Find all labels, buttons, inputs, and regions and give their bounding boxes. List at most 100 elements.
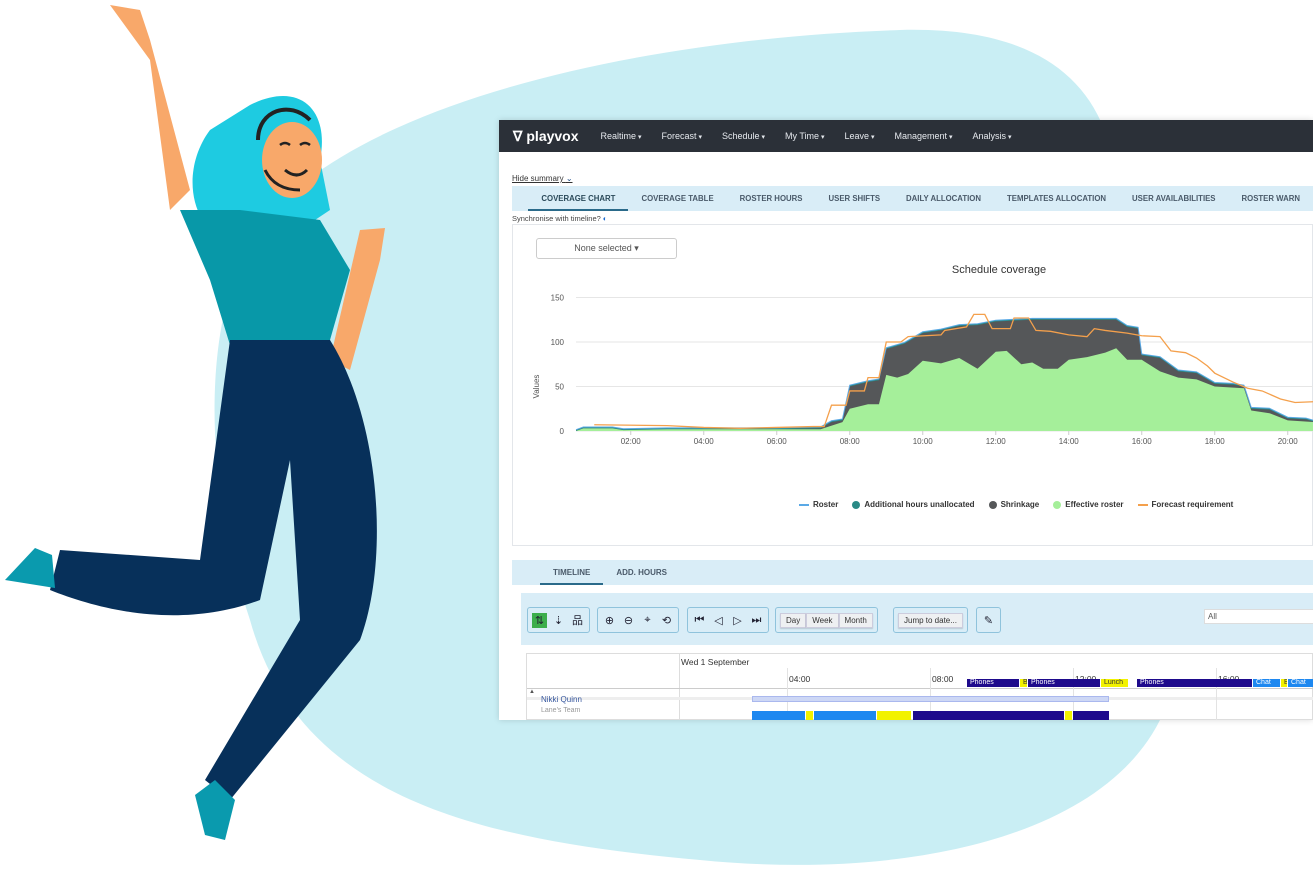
shift-segment[interactable]: [1065, 711, 1072, 720]
shift-segment[interactable]: [752, 711, 805, 720]
legend-label: Effective roster: [1065, 500, 1124, 509]
sync-timeline-toggle[interactable]: Synchronise with timeline? ◐: [512, 214, 607, 223]
hierarchy-icon[interactable]: 品: [570, 613, 585, 628]
legend-item[interactable]: Forecast requirement: [1137, 500, 1234, 509]
previous-icon[interactable]: ◁: [711, 613, 726, 628]
summary-tabs: COVERAGE CHART COVERAGE TABLE ROSTER HOU…: [512, 186, 1313, 211]
x-tick-label: 10:00: [913, 437, 934, 446]
month-view-button[interactable]: Month: [838, 612, 873, 628]
legend-marker: [799, 504, 809, 506]
legend-marker: [988, 500, 997, 509]
chart-legend: Roster Additional hours unallocated Shrink…: [799, 500, 1233, 509]
shift-availability-bar[interactable]: [752, 696, 1109, 702]
nav-forecast[interactable]: Forecast: [662, 131, 702, 141]
nav-my-time[interactable]: My Time: [785, 131, 824, 141]
user-team: Lane's Team: [541, 707, 581, 714]
x-tick-label: 16:00: [1132, 437, 1153, 446]
shift-segment[interactable]: [1073, 711, 1109, 720]
activity-chat[interactable]: Chat: [1253, 679, 1280, 687]
shift-segment[interactable]: [913, 711, 1064, 720]
activity-break[interactable]: B: [1281, 679, 1287, 687]
crosshair-icon[interactable]: ⌖: [640, 613, 655, 628]
sort-numeric-icon[interactable]: ⇣: [551, 613, 566, 628]
legend-item[interactable]: Effective roster: [1053, 500, 1124, 509]
day-view-button[interactable]: Day: [780, 612, 807, 628]
chart-title: Schedule coverage: [951, 264, 1047, 276]
legend-label: Roster: [813, 500, 839, 509]
app-window: ∇playvox Realtime Forecast Schedule My T…: [499, 120, 1313, 720]
tab-roster-hours[interactable]: ROSTER HOURS: [727, 186, 816, 211]
hour-label: 04:00: [789, 674, 811, 684]
jump-to-date-button[interactable]: Jump to date...: [898, 612, 963, 628]
nav-leave[interactable]: Leave: [844, 131, 874, 141]
agent-illustration: [5, 5, 385, 840]
tab-coverage-chart[interactable]: COVERAGE CHART: [528, 186, 629, 211]
hide-summary-link[interactable]: Hide summary ⌄: [512, 174, 573, 183]
view-group: Day Week Month: [775, 607, 878, 633]
week-view-button[interactable]: Week: [806, 612, 839, 628]
timeline-toolbar: ⇅ ⇣ 品 ⊕ ⊖ ⌖ ⟲ ⏮ ◁ ▷ ⏭ Day Week Month Jum…: [521, 593, 1313, 645]
legend-label: Additional hours unallocated: [864, 500, 975, 509]
nav-realtime[interactable]: Realtime: [601, 131, 642, 141]
sort-alpha-icon[interactable]: ⇅: [532, 612, 547, 628]
refresh-icon[interactable]: ⟲: [659, 613, 674, 628]
x-tick-label: 12:00: [986, 437, 1007, 446]
x-tick-label: 02:00: [621, 437, 642, 446]
tab-roster-warnings[interactable]: ROSTER WARN: [1229, 186, 1313, 211]
y-tick-label: 50: [555, 383, 564, 392]
last-icon[interactable]: ⏭: [749, 613, 764, 628]
tab-coverage-table[interactable]: COVERAGE TABLE: [628, 186, 726, 211]
next-icon[interactable]: ▷: [730, 613, 745, 628]
activity-phones[interactable]: Phones: [967, 679, 1019, 687]
series-filter-dropdown[interactable]: None selected ▾: [536, 238, 677, 259]
zoom-group: ⊕ ⊖ ⌖ ⟲: [597, 607, 679, 633]
activity-lunch[interactable]: Lunch: [1101, 679, 1128, 687]
legend-label: Forecast requirement: [1151, 500, 1234, 509]
first-icon[interactable]: ⏮: [692, 613, 707, 628]
navigation-group: ⏮ ◁ ▷ ⏭: [687, 607, 769, 633]
y-tick-label: 150: [551, 294, 565, 303]
legend-item[interactable]: Shrinkage: [988, 500, 1040, 509]
activity-phones[interactable]: Phones: [1137, 679, 1252, 687]
tab-user-shifts[interactable]: USER SHIFTS: [815, 186, 893, 211]
toggle-icon[interactable]: ◐: [603, 214, 608, 223]
y-tick-label: 0: [560, 427, 565, 436]
legend-marker: [1053, 500, 1062, 509]
filter-input[interactable]: All: [1204, 609, 1313, 624]
x-tick-label: 18:00: [1205, 437, 1226, 446]
legend-marker: [852, 500, 861, 509]
x-tick-label: 06:00: [767, 437, 788, 446]
x-tick-label: 08:00: [840, 437, 861, 446]
legend-item[interactable]: Roster: [799, 500, 838, 509]
collapse-icon[interactable]: ▲: [529, 689, 535, 695]
shift-segment[interactable]: [806, 711, 813, 720]
zoom-out-icon[interactable]: ⊖: [621, 613, 636, 628]
pencil-icon[interactable]: ✎: [981, 613, 996, 628]
legend-item[interactable]: Additional hours unallocated: [852, 500, 975, 509]
hide-summary-label: Hide summary: [512, 174, 564, 183]
tab-daily-allocation[interactable]: DAILY ALLOCATION: [893, 186, 994, 211]
tab-add-hours[interactable]: ADD. HOURS: [603, 560, 680, 585]
nav-schedule[interactable]: Schedule: [722, 131, 765, 141]
dropdown-value: None selected: [574, 243, 632, 253]
coverage-chart: 05010015020002:0004:0006:0008:0010:0012:…: [532, 294, 1313, 446]
tab-user-availabilities[interactable]: USER AVAILABILITIES: [1119, 186, 1228, 211]
y-axis-label: Values: [532, 375, 541, 399]
jump-group: Jump to date...: [893, 607, 968, 633]
chevron-down-icon: ⌄: [565, 174, 573, 183]
zoom-in-icon[interactable]: ⊕: [602, 613, 617, 628]
brand-name: playvox: [526, 128, 579, 144]
legend-label: Shrinkage: [1000, 500, 1040, 509]
shift-segment[interactable]: [814, 711, 876, 720]
top-nav: ∇playvox Realtime Forecast Schedule My T…: [499, 120, 1313, 152]
shift-segment[interactable]: [877, 711, 911, 720]
tab-templates-allocation[interactable]: TEMPLATES ALLOCATION: [994, 186, 1119, 211]
user-name-link[interactable]: Nikki Quinn: [541, 695, 582, 704]
brand-logo[interactable]: ∇ playvox: [513, 128, 579, 145]
activity-break[interactable]: B: [1020, 679, 1027, 687]
tab-timeline[interactable]: TIMELINE: [540, 560, 604, 585]
nav-analysis[interactable]: Analysis: [972, 131, 1011, 141]
activity-chat[interactable]: Chat: [1288, 679, 1313, 687]
nav-management[interactable]: Management: [894, 131, 952, 141]
activity-phones[interactable]: Phones: [1028, 679, 1100, 687]
